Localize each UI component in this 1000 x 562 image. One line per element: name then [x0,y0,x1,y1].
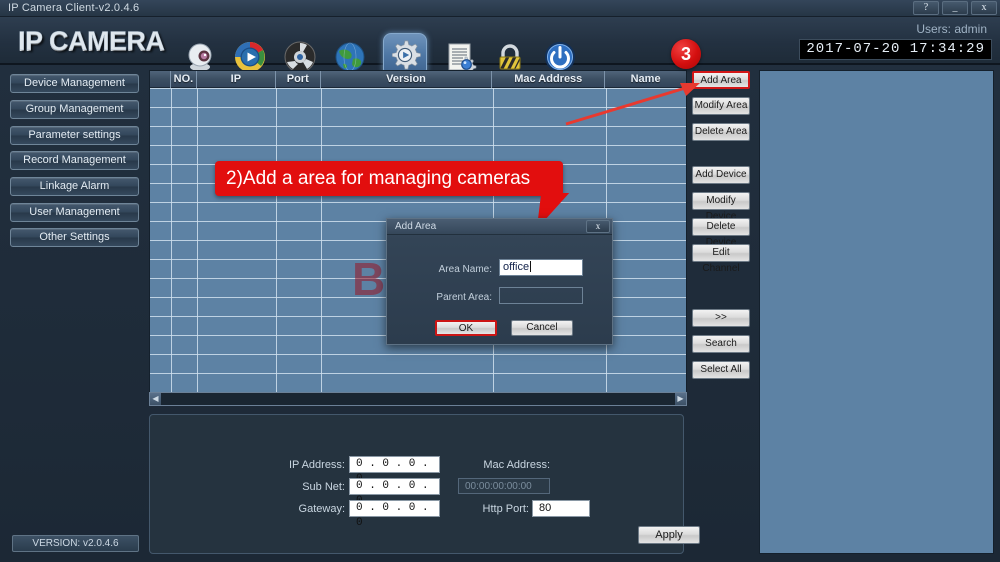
sidebar-item-parameter-settings[interactable]: Parameter settings [10,126,139,145]
application-window: IP Camera Client-v2.0.4.6 ? _ x IP CAMER… [0,0,1000,562]
delete-device-button[interactable]: Delete Device [692,218,750,248]
window-controls: ? _ x [913,1,997,15]
sidebar-item-device-management[interactable]: Device Management [10,74,139,93]
dialog-close-icon[interactable]: x [586,220,610,233]
modify-device-button[interactable]: Modify Device [692,192,750,222]
close-button[interactable]: x [971,1,997,15]
table-grid-line [171,88,172,403]
network-settings-form: IP Address: 0 . 0 . 0 . 0 Sub Net: 0 . 0… [149,414,700,554]
version-label: VERSION: v2.0.4.6 [12,535,139,552]
scroll-left-icon[interactable]: ◀ [150,393,161,405]
table-col-no[interactable]: NO. [171,71,197,88]
header-bar: IP CAMERA Users: admin 2017-07-20 17:34:… [0,17,1000,77]
search-button[interactable]: Search [692,335,750,353]
camera-icon[interactable] [183,40,217,74]
add-device-button[interactable]: Add Device [692,166,750,184]
expand-button[interactable]: >> [692,309,750,327]
modify-area-button[interactable]: Modify Area [692,97,750,115]
ip-address-field[interactable]: 0 . 0 . 0 . 0 [349,456,440,485]
table-grid-line [321,88,322,403]
app-title: IP Camera Client-v2.0.4.6 [8,2,140,14]
table-col-port[interactable]: Port [276,71,321,88]
sidebar-menu: Device Management Group Management Param… [0,67,148,562]
select-all-button[interactable]: Select All [692,361,750,379]
add-area-dialog[interactable]: Add Area x Area Name: office Parent Area… [386,218,613,345]
mac-address-field: 00:00:00:00:00 [458,478,550,494]
step-badge-3: 3 [671,39,701,69]
globe-icon[interactable] [333,40,367,74]
datetime-display: 2017-07-20 17:34:29 [799,39,992,60]
table-grid-line [276,88,277,403]
scroll-right-icon[interactable]: ▶ [675,393,686,405]
power-icon[interactable] [543,40,577,74]
minimize-button[interactable]: _ [942,1,968,15]
table-col-ip[interactable]: IP [197,71,276,88]
add-area-button[interactable]: Add Area [692,71,750,89]
sub-net-label: Sub Net: [302,481,345,493]
sidebar-item-group-management[interactable]: Group Management [10,100,139,119]
dialog-title: Add Area [387,219,612,235]
apply-button[interactable]: Apply [638,526,700,544]
user-label: Users: admin [916,22,987,36]
table-col-name[interactable]: Name [605,71,686,88]
film-reel-icon[interactable] [283,40,317,74]
table-col-mac-address[interactable]: Mac Address [492,71,606,88]
sidebar-item-user-management[interactable]: User Management [10,203,139,222]
document-settings-icon[interactable] [443,40,477,74]
title-bar: IP Camera Client-v2.0.4.6 ? _ x [0,0,1000,17]
sidebar-item-other-settings[interactable]: Other Settings [10,228,139,247]
table-grid-line [197,88,198,403]
sidebar-item-linkage-alarm[interactable]: Linkage Alarm [10,177,139,196]
parent-area-input[interactable] [499,287,583,304]
callout-banner: 2)Add a area for managing cameras [215,161,563,196]
dialog-cancel-button[interactable]: Cancel [511,320,573,336]
edit-channel-button[interactable]: Edit Channel [692,244,750,274]
http-port-field[interactable]: 80 [532,500,590,517]
gateway-field[interactable]: 0 . 0 . 0 . 0 [349,500,440,529]
http-port-label: Http Port: [482,503,529,515]
table-col-check[interactable] [150,71,171,88]
lock-icon[interactable] [493,40,527,74]
video-preview-panel[interactable] [759,70,994,554]
area-name-label: Area Name: [438,264,492,275]
sidebar-item-record-management[interactable]: Record Management [10,151,139,170]
brand-logo: IP CAMERA [18,26,165,56]
parent-area-label: Parent Area: [436,292,492,303]
dialog-ok-button[interactable]: OK [435,320,497,336]
mac-address-label: Mac Address: [483,459,550,471]
table-col-version[interactable]: Version [321,71,493,88]
table-horizontal-scrollbar[interactable]: ◀ ▶ [149,392,687,406]
text-caret [530,261,532,272]
table-header-row: NO. IP Port Version Mac Address Name [150,71,686,88]
delete-area-button[interactable]: Delete Area [692,123,750,141]
play-icon[interactable] [233,40,267,74]
sub-net-field[interactable]: 0 . 0 . 0 . 0 [349,478,440,507]
help-button[interactable]: ? [913,1,939,15]
area-name-input[interactable]: office [499,259,583,276]
ip-address-label: IP Address: [288,459,345,471]
gateway-label: Gateway: [298,503,345,515]
